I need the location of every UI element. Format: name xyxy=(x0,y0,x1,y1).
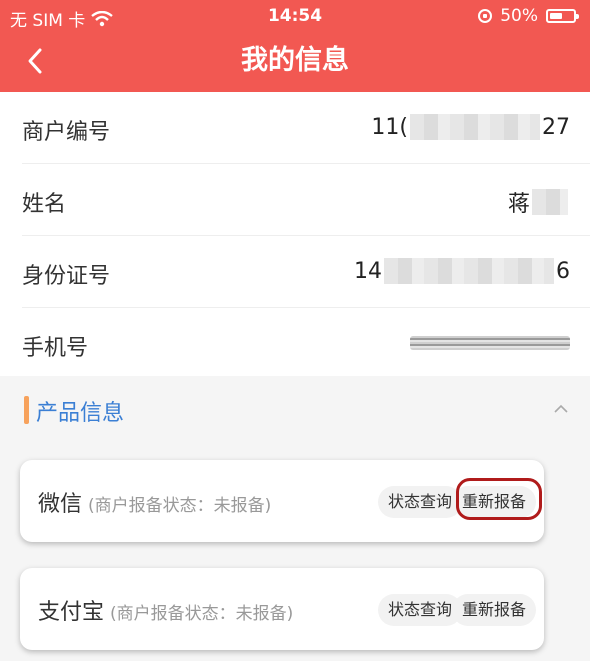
info-value xyxy=(410,330,570,350)
report-status: (商户报备状态：未报备) xyxy=(110,604,294,624)
info-label: 身份证号 xyxy=(22,264,111,289)
status-right: 50% xyxy=(478,6,579,26)
value-prefix: 蒋 xyxy=(507,192,530,217)
product-name: 微信 (商户报备状态：未报备) xyxy=(38,486,271,518)
value-suffix: 6 xyxy=(556,258,570,284)
info-row-id-number: 身份证号 14 6 xyxy=(22,236,590,308)
product-card-wechat: 微信 (商户报备状态：未报备) 状态查询 重新报备 xyxy=(20,460,544,542)
page-title: 我的信息 xyxy=(241,45,349,76)
product-section-header[interactable]: 产品信息 xyxy=(0,376,590,440)
status-query-button[interactable]: 状态查询 xyxy=(377,486,462,518)
product-name: 支付宝 (商户报备状态：未报备) xyxy=(38,594,293,626)
info-row-name: 姓名 蒋 xyxy=(22,164,590,236)
value-prefix: 11( xyxy=(371,114,408,140)
info-label: 姓名 xyxy=(22,192,67,217)
info-value: 蒋 xyxy=(508,186,570,218)
value-prefix: 14 xyxy=(354,258,382,284)
info-row-phone: 手机号 xyxy=(22,308,590,379)
value-suffix: 27 xyxy=(542,114,570,140)
rereport-button[interactable]: 重新报备 xyxy=(451,594,536,626)
product-card-alipay: 支付宝 (商户报备状态：未报备) 状态查询 重新报备 xyxy=(20,568,544,650)
product-title: 支付宝 xyxy=(38,600,105,625)
battery-percent: 50% xyxy=(500,6,538,26)
redaction-mosaic xyxy=(384,258,554,284)
status-query-button[interactable]: 状态查询 xyxy=(377,594,462,626)
chevron-up-icon[interactable] xyxy=(552,400,570,418)
redaction-blur xyxy=(410,336,570,350)
report-status: (商户报备状态：未报备) xyxy=(88,496,272,516)
redaction-mosaic xyxy=(532,189,568,215)
info-label: 商户编号 xyxy=(22,120,111,145)
status-bar: 无 SIM 卡 14:54 50% xyxy=(0,0,590,32)
battery-icon xyxy=(546,9,579,23)
info-row-merchant-id: 商户编号 11( 27 xyxy=(22,92,590,164)
highlight-ring xyxy=(456,478,542,520)
section-title: 产品信息 xyxy=(36,401,125,426)
app-header: 无 SIM 卡 14:54 50% 我的信息 xyxy=(0,0,590,92)
orientation-lock-icon xyxy=(478,9,493,23)
product-title: 微信 xyxy=(38,492,83,517)
info-list: 商户编号 11( 27 姓名 蒋 身份证号 14 6 手机号 xyxy=(0,92,590,379)
info-label: 手机号 xyxy=(22,336,89,361)
info-value: 14 6 xyxy=(354,258,570,284)
section-accent-bar xyxy=(24,396,29,424)
info-value: 11( 27 xyxy=(371,114,570,140)
redaction-mosaic xyxy=(410,114,540,140)
